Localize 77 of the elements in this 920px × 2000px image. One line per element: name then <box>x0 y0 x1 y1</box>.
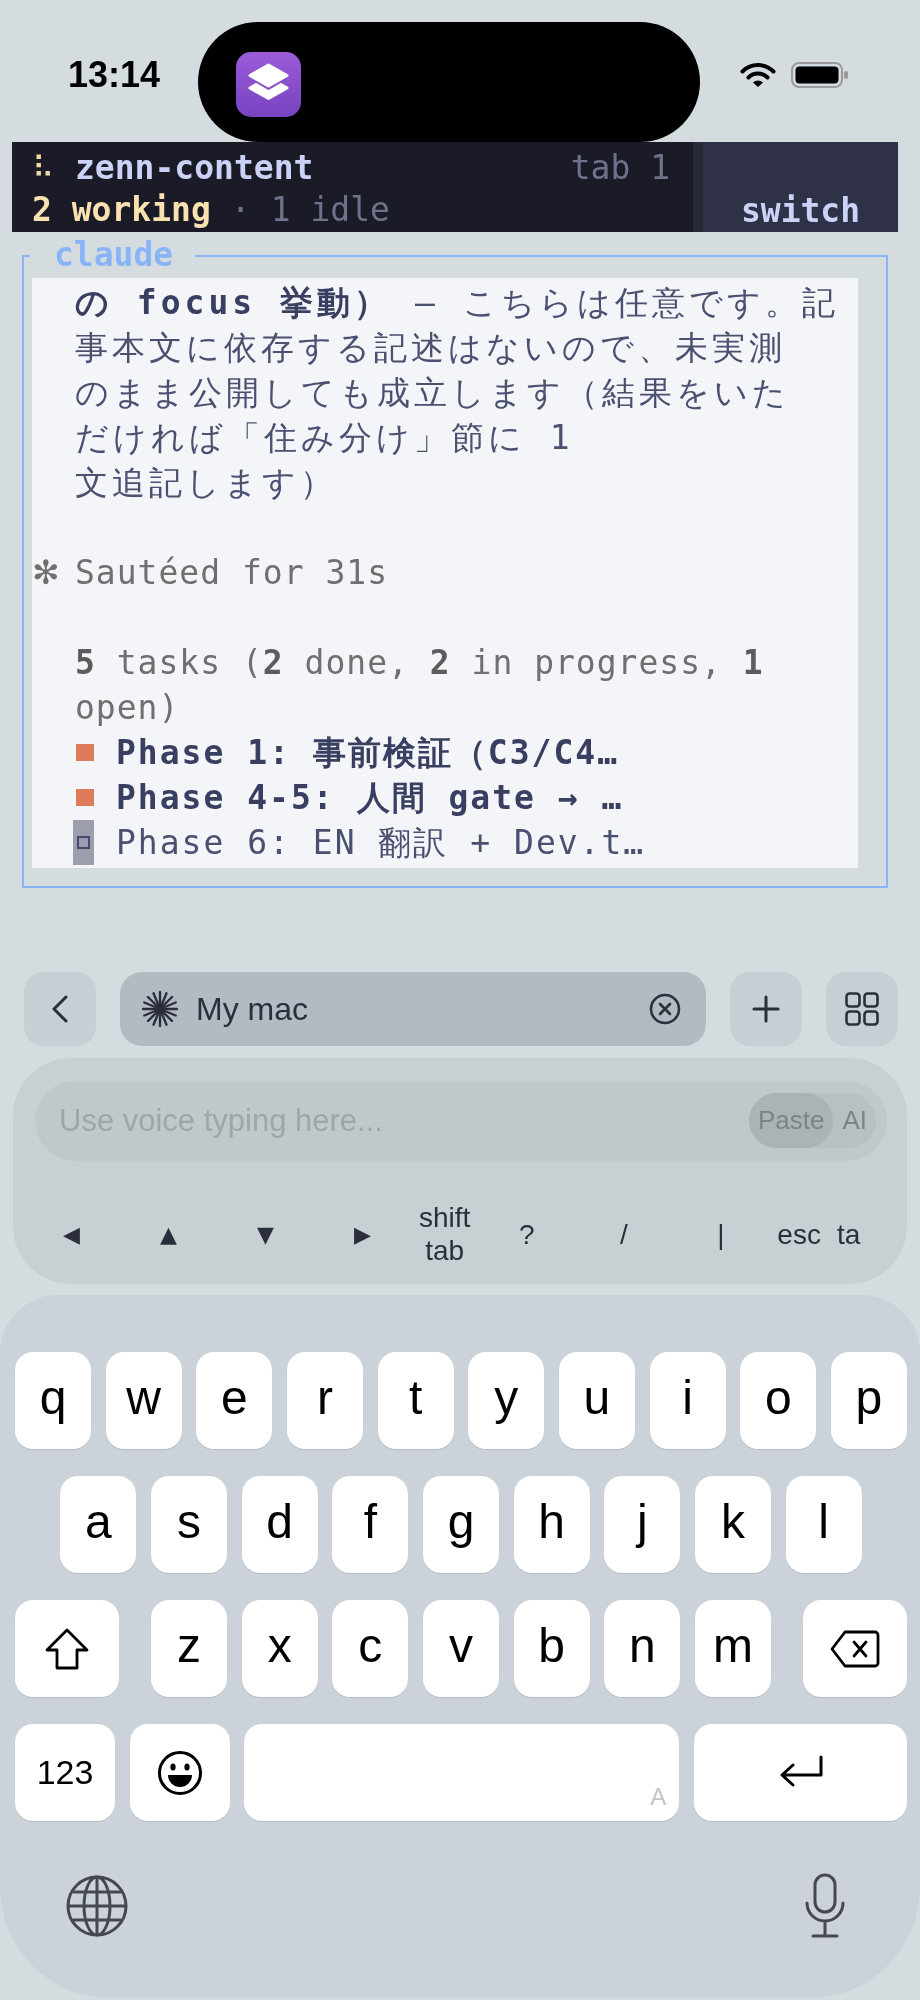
battery-icon <box>791 62 849 88</box>
delete-icon <box>829 1628 881 1669</box>
shortcut-key[interactable]: ta <box>828 1217 869 1251</box>
separator: · <box>230 189 251 231</box>
shift-icon <box>44 1626 90 1671</box>
keyboard-key[interactable]: s <box>151 1476 228 1573</box>
plus-icon <box>752 995 780 1023</box>
wifi-icon <box>740 62 776 88</box>
keyboard-key[interactable]: v <box>423 1600 499 1697</box>
shortcut-key[interactable]: ▶ <box>314 1217 411 1251</box>
status-text: Sautéed for 31s <box>75 552 388 594</box>
spinner-glyph: ⠧ <box>32 149 55 187</box>
keyboard-key[interactable]: g <box>423 1476 499 1573</box>
shift-key[interactable] <box>15 1600 119 1697</box>
numbers-key[interactable]: 123 <box>15 1724 115 1821</box>
delete-key[interactable] <box>803 1600 907 1697</box>
keyboard-key[interactable]: q <box>15 1352 91 1449</box>
session-name: zenn-content <box>75 147 314 189</box>
keyboard-key[interactable]: t <box>377 1352 454 1449</box>
shortcut-key[interactable]: ▲ <box>120 1217 217 1251</box>
keyboard-key[interactable]: k <box>694 1476 771 1573</box>
keyboard-key[interactable]: a <box>60 1476 137 1573</box>
clear-button[interactable] <box>649 993 681 1025</box>
shortcut-key[interactable]: ? <box>478 1217 576 1251</box>
tab-label: tab 1 <box>570 147 670 189</box>
shortcut-key[interactable]: ▼ <box>217 1217 314 1251</box>
working-count: 2 working <box>32 189 211 231</box>
keyboard-key[interactable]: x <box>241 1600 318 1697</box>
keyboard-key[interactable]: j <box>604 1476 681 1573</box>
keyboard-key[interactable]: w <box>105 1352 182 1449</box>
terminal-line: のまま公開しても成立します（結果をいた <box>75 372 791 414</box>
keyboard-key[interactable]: n <box>604 1600 681 1697</box>
keyboard-key[interactable]: l <box>785 1476 862 1573</box>
keyboard-key[interactable]: c <box>332 1600 409 1697</box>
keyboard-key[interactable]: h <box>513 1476 590 1573</box>
emoji-icon <box>156 1749 203 1796</box>
chevron-left-icon <box>51 995 69 1023</box>
keyboard-key[interactable]: e <box>196 1352 273 1449</box>
keyboard-key[interactable]: m <box>694 1600 771 1697</box>
keyboard-key[interactable]: f <box>332 1476 409 1573</box>
shortcut-key[interactable]: | <box>672 1217 770 1251</box>
status-glyph: ✻ <box>32 552 62 594</box>
close-circle-icon <box>649 993 681 1025</box>
task-text: Phase 6: EN 翻訳 + Dev.t… <box>116 822 646 864</box>
idle-count: 1 idle <box>270 189 390 231</box>
terminal-line: だければ「住み分け」節に 1 <box>75 417 575 459</box>
keyboard-key[interactable]: u <box>558 1352 635 1449</box>
terminal-line: 文追記します） <box>75 462 338 504</box>
switch-button[interactable]: switch <box>703 142 898 232</box>
emoji-key[interactable] <box>129 1724 230 1821</box>
task-text: Phase 1: 事前検証（C3/C4… <box>116 732 619 774</box>
layers-icon <box>236 52 301 117</box>
terminal-line: の focus 挙動） – こちらは任意です。記 <box>75 282 840 324</box>
status-time: 13:14 <box>66 53 162 97</box>
back-button[interactable] <box>24 972 96 1046</box>
keyboard-key[interactable]: r <box>286 1352 363 1449</box>
grid-button[interactable] <box>826 972 898 1046</box>
keyboard-key[interactable]: y <box>468 1352 545 1449</box>
microphone-icon[interactable] <box>803 1873 847 1939</box>
keyboard-key[interactable]: o <box>740 1352 817 1449</box>
shortcut-key[interactable]: shift tab <box>411 1201 479 1267</box>
starburst-icon <box>141 990 179 1028</box>
globe-icon[interactable] <box>66 1875 128 1937</box>
task-text: Phase 4-5: 人間 gate → … <box>116 777 624 819</box>
host-selector[interactable]: My mac <box>120 972 706 1046</box>
keyboard-key[interactable]: z <box>151 1600 228 1697</box>
keyboard-key[interactable]: d <box>241 1476 318 1573</box>
shortcut-key[interactable]: esc <box>769 1217 829 1251</box>
shortcut-key[interactable]: ◀ <box>23 1217 120 1251</box>
add-button[interactable] <box>730 972 802 1046</box>
grid-icon <box>845 992 879 1026</box>
keyboard-key[interactable]: p <box>830 1352 907 1449</box>
shortcut-key[interactable]: / <box>575 1217 673 1251</box>
keyboard-key[interactable]: i <box>649 1352 726 1449</box>
keyboard-key[interactable]: b <box>513 1600 590 1697</box>
terminal-line: 事本文に依存する記述はないので、未実測 <box>75 327 787 369</box>
task-summary: 5 tasks (2 done, 2 in progress, 1 open) <box>75 642 765 729</box>
